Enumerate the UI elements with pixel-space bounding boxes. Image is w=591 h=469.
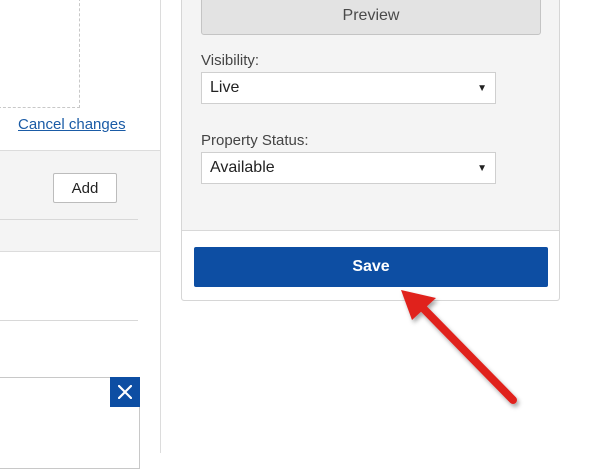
left-column: Cancel changes Add bbox=[0, 0, 161, 469]
property-status-select[interactable]: Available ▼ bbox=[201, 152, 496, 184]
property-status-value: Available bbox=[210, 159, 275, 176]
cancel-changes-link[interactable]: Cancel changes bbox=[18, 116, 126, 133]
divider bbox=[0, 219, 138, 220]
add-panel: Add bbox=[0, 150, 160, 252]
divider bbox=[182, 230, 559, 231]
preview-button[interactable]: Preview bbox=[201, 0, 541, 35]
content-box bbox=[0, 377, 140, 469]
publish-card: Preview Visibility: Live ▼ Property Stat… bbox=[181, 0, 560, 301]
visibility-value: Live bbox=[210, 79, 240, 96]
close-button[interactable] bbox=[110, 377, 140, 407]
dropdown-arrow-icon: ▼ bbox=[477, 163, 487, 174]
close-icon bbox=[118, 385, 132, 399]
image-dropzone[interactable] bbox=[0, 0, 80, 108]
visibility-label: Visibility: bbox=[201, 52, 260, 69]
divider bbox=[0, 320, 138, 321]
save-button[interactable]: Save bbox=[194, 247, 548, 287]
add-button[interactable]: Add bbox=[53, 173, 117, 203]
dropdown-arrow-icon: ▼ bbox=[477, 83, 487, 94]
property-status-label: Property Status: bbox=[201, 132, 309, 149]
visibility-select[interactable]: Live ▼ bbox=[201, 72, 496, 104]
